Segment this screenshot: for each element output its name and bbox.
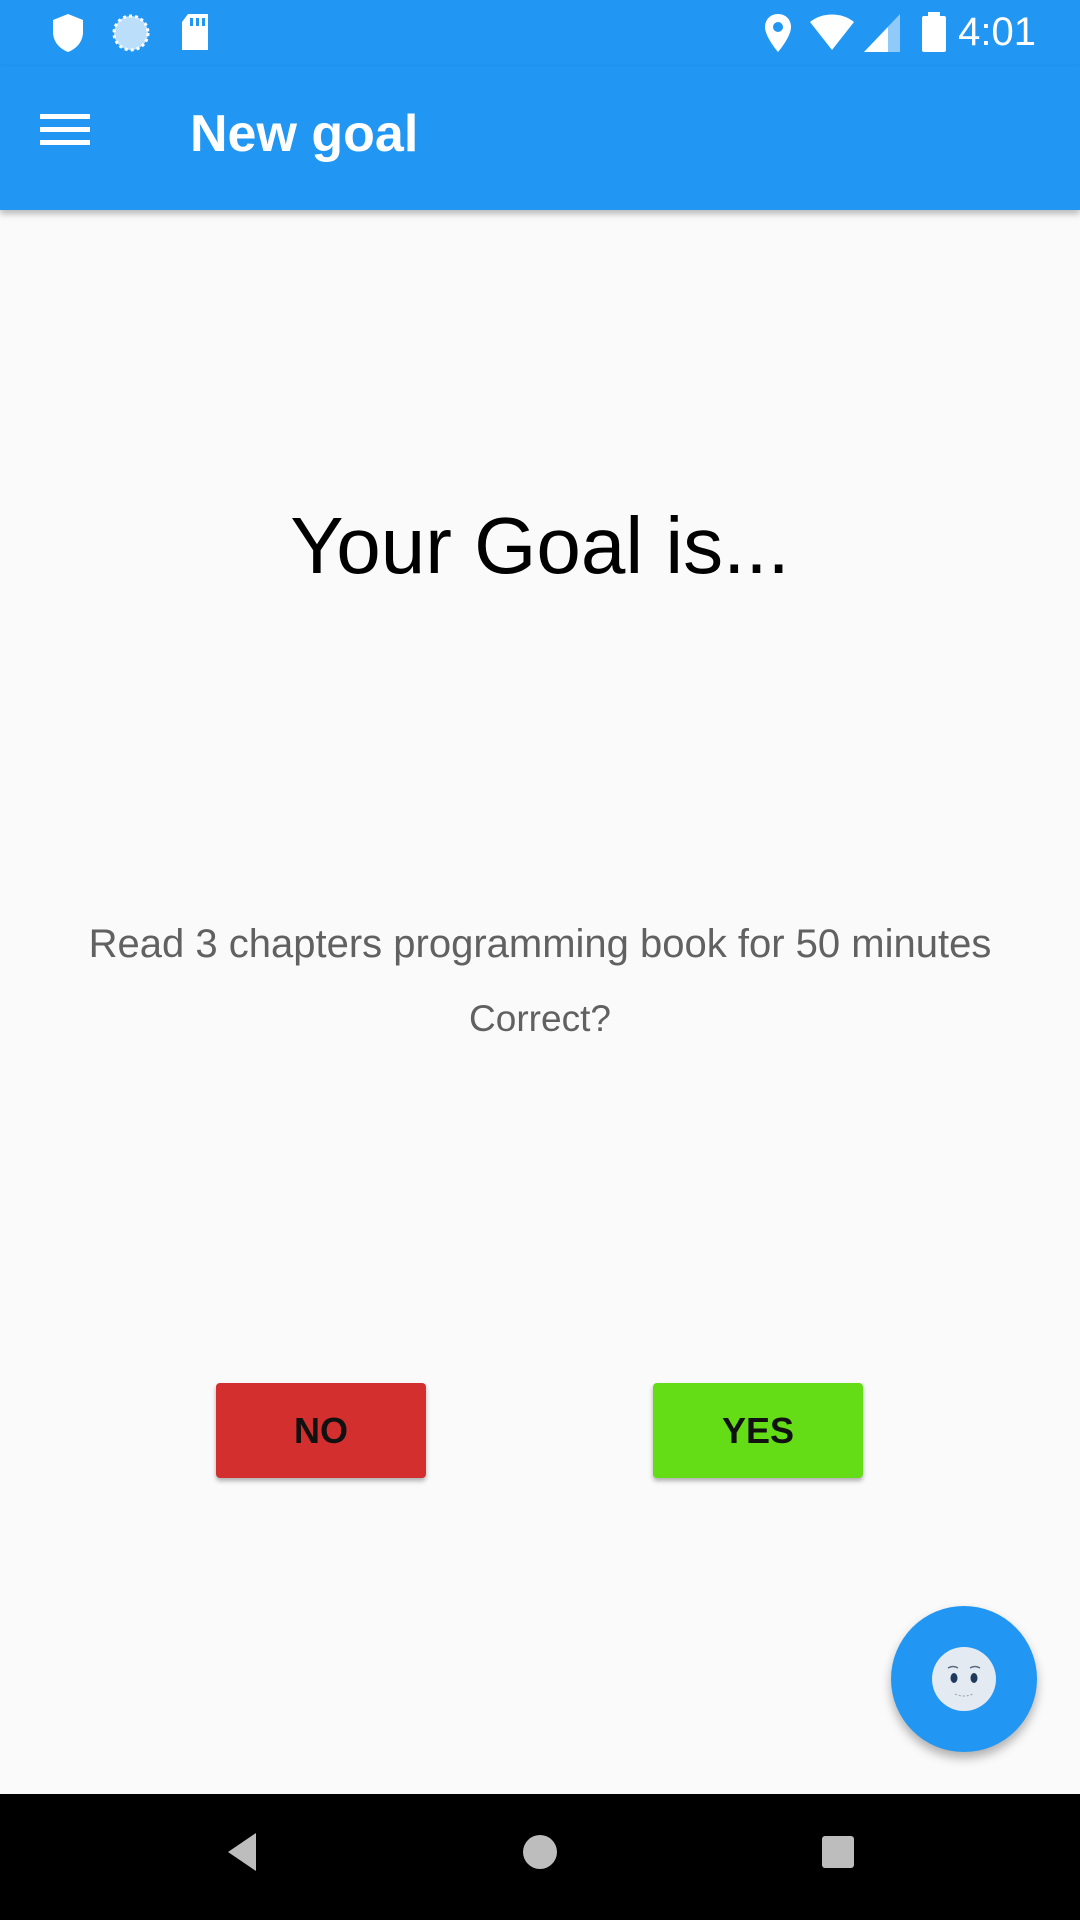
recents-icon[interactable] <box>818 1827 858 1882</box>
yes-button[interactable]: YES <box>653 1383 863 1478</box>
page-title: New goal <box>190 105 419 163</box>
status-bar: 4:01 <box>0 0 1080 66</box>
no-button[interactable]: NO <box>216 1383 426 1478</box>
hamburger-menu-icon[interactable] <box>40 112 104 164</box>
assistant-face-icon <box>932 1647 996 1711</box>
wifi-icon <box>808 12 856 59</box>
sync-icon <box>110 12 152 59</box>
status-time: 4:01 <box>958 10 1036 54</box>
cell-signal-icon <box>862 12 902 59</box>
back-icon[interactable] <box>222 1827 262 1882</box>
battery-icon <box>920 12 948 59</box>
assistant-fab-button[interactable] <box>891 1606 1037 1752</box>
location-icon <box>762 12 794 59</box>
confirm-question: Correct? <box>469 998 611 1039</box>
home-icon[interactable] <box>518 1827 562 1882</box>
system-nav-bar <box>0 1794 1080 1920</box>
goal-description: Read 3 chapters programming book for 50 … <box>88 922 992 966</box>
shield-icon <box>50 12 86 59</box>
goal-heading: Your Goal is... <box>290 501 790 590</box>
app-bar: New goal <box>0 66 1080 210</box>
sd-card-icon <box>178 12 212 57</box>
